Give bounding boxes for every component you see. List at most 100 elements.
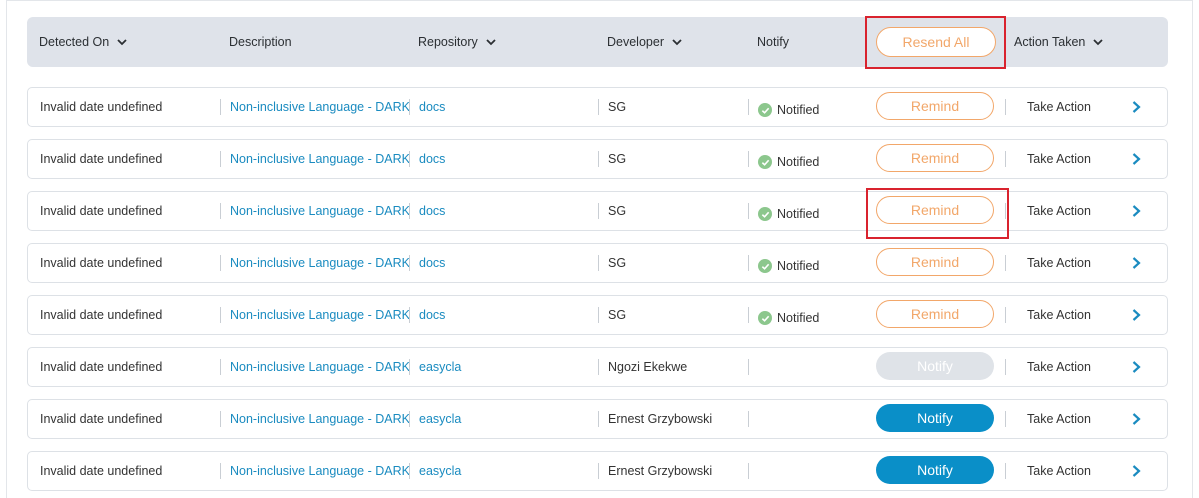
- description-link[interactable]: Non-inclusive Language - DARK: [230, 296, 409, 334]
- take-action-cell[interactable]: Take Action: [1027, 296, 1117, 334]
- column-divider: [748, 359, 749, 375]
- column-divider: [598, 411, 599, 427]
- column-divider: [1005, 255, 1006, 271]
- developer-cell: SG: [608, 152, 627, 166]
- notify-status-cell: Notified: [758, 140, 868, 181]
- developer-cell: SG: [608, 308, 627, 322]
- panel-border-left: [6, 0, 7, 498]
- header-action-taken: Action Taken: [1014, 35, 1086, 49]
- chevron-right-icon[interactable]: [1129, 204, 1143, 218]
- column-divider: [220, 151, 221, 167]
- column-divider: [409, 255, 410, 271]
- remind-button[interactable]: Remind: [876, 300, 994, 328]
- column-divider: [409, 99, 410, 115]
- chevron-right-icon[interactable]: [1129, 464, 1143, 478]
- check-circle-icon: [758, 155, 772, 169]
- take-action-cell[interactable]: Take Action: [1027, 400, 1117, 438]
- description-link[interactable]: Non-inclusive Language - DARK: [230, 88, 409, 126]
- description-link[interactable]: Non-inclusive Language - DARK: [230, 140, 409, 178]
- developer-cell: Ernest Grzybowski: [608, 412, 713, 426]
- description-link[interactable]: Non-inclusive Language - DARK: [230, 244, 409, 282]
- column-divider: [1005, 411, 1006, 427]
- column-divider: [748, 411, 749, 427]
- detected-on-cell: Invalid date undefined: [40, 256, 163, 270]
- remind-button[interactable]: Remind: [876, 144, 994, 172]
- repository-link[interactable]: easycla: [419, 400, 589, 438]
- notified-status: Notified: [777, 103, 820, 117]
- table-row: Invalid date undefined Non-inclusive Lang…: [27, 139, 1168, 179]
- repository-link[interactable]: easycla: [419, 348, 589, 386]
- notify-button[interactable]: Notify: [876, 456, 994, 484]
- check-circle-icon: [758, 311, 772, 325]
- detected-on-cell: Invalid date undefined: [40, 464, 163, 478]
- repository-link[interactable]: docs: [419, 140, 589, 178]
- column-divider: [220, 307, 221, 323]
- table-row: Invalid date undefined Non-inclusive Lang…: [27, 87, 1168, 127]
- remind-button[interactable]: Remind: [876, 248, 994, 276]
- sort-repository[interactable]: Repository: [418, 17, 497, 67]
- notify-status-cell: Notified: [758, 192, 868, 233]
- notify-button: Notify: [876, 352, 994, 380]
- column-divider: [1005, 463, 1006, 479]
- repository-link[interactable]: docs: [419, 244, 589, 282]
- developer-cell: Ernest Grzybowski: [608, 464, 713, 478]
- highlight-box-remind: [866, 188, 1009, 239]
- chevron-right-icon[interactable]: [1129, 360, 1143, 374]
- repository-link[interactable]: docs: [419, 296, 589, 334]
- take-action-cell[interactable]: Take Action: [1027, 348, 1117, 386]
- chevron-right-icon[interactable]: [1129, 152, 1143, 166]
- column-divider: [598, 99, 599, 115]
- chevron-right-icon[interactable]: [1129, 100, 1143, 114]
- column-divider: [748, 255, 749, 271]
- developer-cell: SG: [608, 204, 627, 218]
- column-divider: [220, 411, 221, 427]
- table-row: Invalid date undefined Non-inclusive Lang…: [27, 243, 1168, 283]
- repository-link[interactable]: docs: [419, 192, 589, 230]
- header-detected-on: Detected On: [39, 35, 110, 49]
- developer-cell: SG: [608, 256, 627, 270]
- column-divider: [409, 411, 410, 427]
- column-divider: [1005, 99, 1006, 115]
- remind-button[interactable]: Remind: [876, 92, 994, 120]
- check-circle-icon: [758, 259, 772, 273]
- header-description: Description: [229, 17, 292, 67]
- column-divider: [748, 99, 749, 115]
- sort-developer[interactable]: Developer: [607, 17, 683, 67]
- repository-link[interactable]: docs: [419, 88, 589, 126]
- take-action-cell[interactable]: Take Action: [1027, 88, 1117, 126]
- detected-on-cell: Invalid date undefined: [40, 412, 163, 426]
- take-action-cell[interactable]: Take Action: [1027, 452, 1117, 490]
- notified-status: Notified: [777, 155, 820, 169]
- notify-button[interactable]: Notify: [876, 404, 994, 432]
- detected-on-cell: Invalid date undefined: [40, 152, 163, 166]
- chevron-right-icon[interactable]: [1129, 308, 1143, 322]
- take-action-cell[interactable]: Take Action: [1027, 192, 1117, 230]
- take-action-cell[interactable]: Take Action: [1027, 244, 1117, 282]
- header-notify-label: Notify: [757, 35, 789, 49]
- chevron-right-icon[interactable]: [1129, 412, 1143, 426]
- panel-border-right: [1192, 0, 1193, 498]
- notified-status: Notified: [777, 259, 820, 273]
- repository-link[interactable]: easycla: [419, 452, 589, 490]
- description-link[interactable]: Non-inclusive Language - DARK: [230, 400, 409, 438]
- description-link[interactable]: Non-inclusive Language - DARK: [230, 452, 409, 490]
- take-action-cell[interactable]: Take Action: [1027, 140, 1117, 178]
- column-divider: [220, 255, 221, 271]
- header-notify: Notify: [757, 17, 789, 67]
- column-divider: [1005, 359, 1006, 375]
- column-divider: [748, 307, 749, 323]
- notified-status: Notified: [777, 207, 820, 221]
- header-developer: Developer: [607, 35, 664, 49]
- description-link[interactable]: Non-inclusive Language - DARK: [230, 192, 409, 230]
- column-divider: [409, 359, 410, 375]
- description-link[interactable]: Non-inclusive Language - DARK: [230, 348, 409, 386]
- column-divider: [220, 99, 221, 115]
- sort-detected-on[interactable]: Detected On: [39, 17, 128, 67]
- sort-action-taken[interactable]: Action Taken: [1014, 17, 1104, 67]
- table-row: Invalid date undefined Non-inclusive Lang…: [27, 295, 1168, 335]
- detected-on-cell: Invalid date undefined: [40, 100, 163, 114]
- column-divider: [748, 203, 749, 219]
- column-divider: [1005, 307, 1006, 323]
- column-divider: [409, 307, 410, 323]
- chevron-right-icon[interactable]: [1129, 256, 1143, 270]
